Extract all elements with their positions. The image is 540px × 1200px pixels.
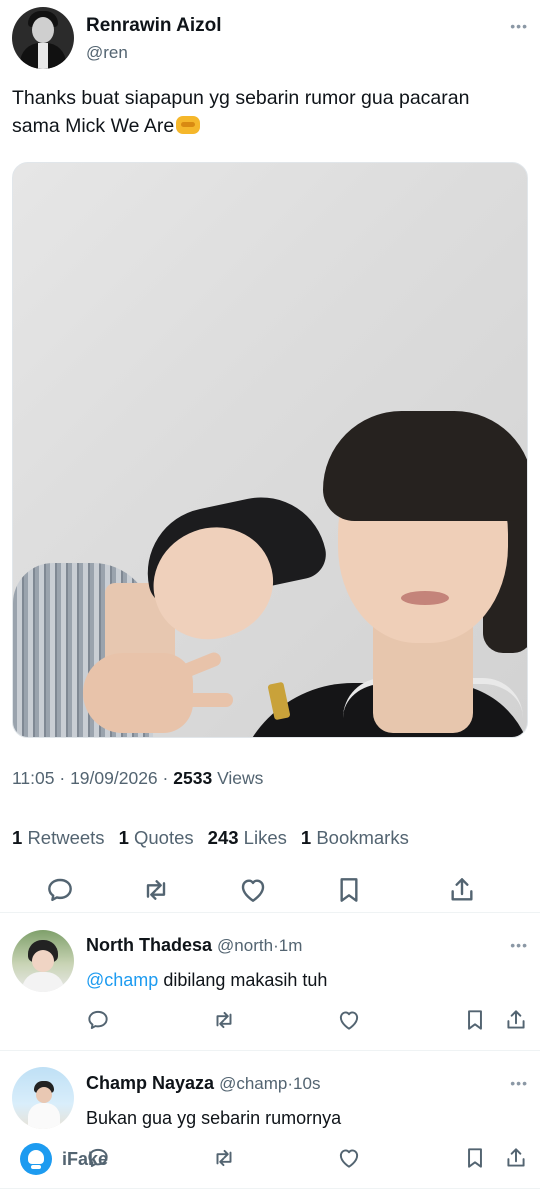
watermark-text: iFake xyxy=(62,1148,109,1169)
ifake-logo-icon xyxy=(20,1143,52,1175)
like-icon[interactable] xyxy=(336,1007,362,1033)
watermark: iFake xyxy=(20,1142,108,1176)
reply-author-name[interactable]: North Thadesa xyxy=(86,935,212,955)
like-icon[interactable] xyxy=(237,874,269,906)
tweet-time: 11:05 xyxy=(12,768,55,788)
likes-stat[interactable]: 243 Likes xyxy=(208,827,287,848)
reply-author-handle[interactable]: @north xyxy=(217,936,273,955)
reply-author-name[interactable]: Champ Nayaza xyxy=(86,1073,214,1093)
divider xyxy=(0,1188,540,1189)
reply-header: North Thadesa @north·1m xyxy=(86,935,302,956)
share-icon[interactable] xyxy=(446,874,478,906)
reply-time: 10s xyxy=(293,1074,321,1093)
reply-icon[interactable] xyxy=(85,1007,111,1033)
retweet-icon[interactable] xyxy=(211,1007,237,1033)
divider xyxy=(0,912,540,913)
retweets-stat[interactable]: 1 Retweets xyxy=(12,827,105,848)
retweet-icon[interactable] xyxy=(211,1145,237,1171)
bookmark-icon[interactable] xyxy=(462,1145,488,1171)
bookmark-icon[interactable] xyxy=(462,1007,488,1033)
reply-avatar[interactable] xyxy=(12,1067,74,1129)
more-options-icon[interactable]: ••• xyxy=(510,1075,528,1091)
reply-text: Bukan gua yg sebarin rumornya xyxy=(86,1108,341,1129)
tweet-text-content: Thanks buat siapapun yg sebarin rumor gu… xyxy=(12,87,470,137)
reply-header: Champ Nayaza @champ·10s xyxy=(86,1073,320,1094)
author-name[interactable]: Renrawin Aizol xyxy=(86,15,221,37)
reply-icon[interactable] xyxy=(44,874,76,906)
tweet-actions xyxy=(0,870,540,910)
divider xyxy=(0,1050,540,1051)
tweet-stats: 1 Retweets 1 Quotes 243 Likes 1 Bookmarks xyxy=(12,827,409,849)
reply-author-handle[interactable]: @champ xyxy=(219,1074,287,1093)
share-icon[interactable] xyxy=(503,1007,529,1033)
share-icon[interactable] xyxy=(503,1145,529,1171)
reply-time: 1m xyxy=(278,936,303,955)
meta-separator: · xyxy=(162,768,169,788)
views-label: Views xyxy=(217,768,264,788)
retweet-icon[interactable] xyxy=(140,874,172,906)
mention-link[interactable]: @champ xyxy=(86,970,158,990)
meta-separator: · xyxy=(59,768,66,788)
handshake-emoji-icon xyxy=(176,116,201,134)
like-icon[interactable] xyxy=(336,1145,362,1171)
reply-text-content: dibilang makasih tuh xyxy=(163,970,328,990)
tweet-photo[interactable] xyxy=(12,162,528,738)
reply-text: @champ dibilang makasih tuh xyxy=(86,970,327,991)
tweet-date: 19/09/2026 xyxy=(70,768,158,788)
bookmarks-stat[interactable]: 1 Bookmarks xyxy=(301,827,409,848)
reply-avatar[interactable] xyxy=(12,930,74,992)
bookmark-icon[interactable] xyxy=(333,874,365,906)
author-avatar[interactable] xyxy=(12,7,74,69)
reply-actions xyxy=(0,1007,540,1037)
more-options-icon[interactable]: ••• xyxy=(510,937,528,953)
quotes-stat[interactable]: 1 Quotes xyxy=(119,827,194,848)
author-handle[interactable]: @ren xyxy=(86,43,128,63)
reply-text-content: Bukan gua yg sebarin rumornya xyxy=(86,1108,342,1128)
views-count: 2533 xyxy=(173,768,213,788)
tweet-meta: 11:05 · 19/09/2026 · 2533 Views xyxy=(12,768,263,789)
tweet-text: Thanks buat siapapun yg sebarin rumor gu… xyxy=(12,84,522,140)
more-options-icon[interactable]: ••• xyxy=(510,18,528,34)
